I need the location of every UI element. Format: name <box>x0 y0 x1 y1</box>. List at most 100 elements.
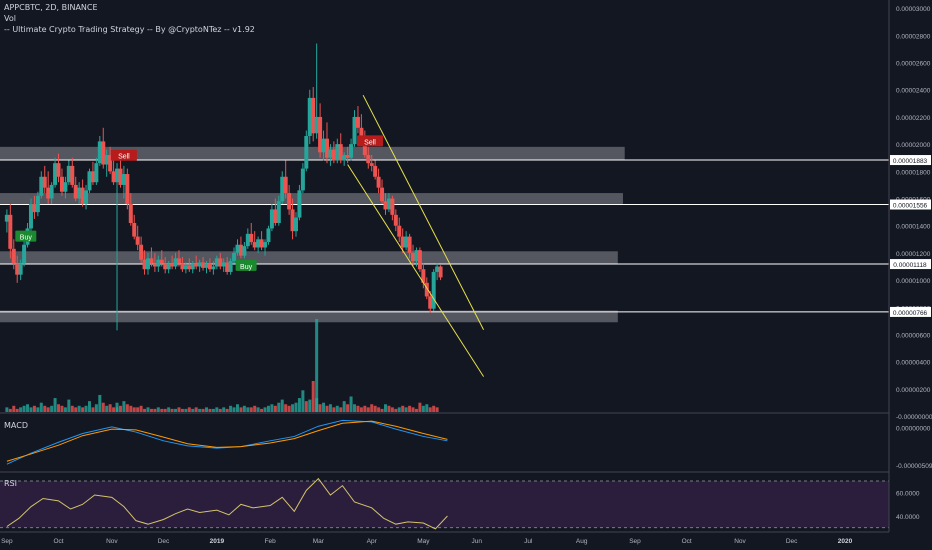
volume-bar <box>418 402 422 412</box>
sell-signal-label: Sell <box>118 154 130 161</box>
candle-body <box>84 190 89 204</box>
candle-body <box>90 171 95 183</box>
candle-body <box>294 217 298 232</box>
volume-bar <box>187 407 191 412</box>
volume-bar <box>229 405 233 412</box>
candle-body <box>276 201 281 223</box>
volume-bar <box>294 402 298 412</box>
volume-bar <box>208 408 212 412</box>
volume-bar <box>301 390 305 412</box>
price-level-label: 0.00001556 <box>893 203 928 210</box>
volume-bar <box>263 407 267 412</box>
candle-body <box>290 209 295 232</box>
volume-bar <box>311 381 315 412</box>
time-tick-label: Dec <box>786 538 798 545</box>
candle-body <box>369 163 374 166</box>
candle-body <box>63 182 68 192</box>
chart-background <box>0 0 932 550</box>
candle-body <box>176 258 181 264</box>
volume-bar <box>112 407 116 412</box>
volume-bar <box>156 407 160 412</box>
rsi-label: RSI <box>4 479 17 488</box>
candle-body <box>94 163 99 183</box>
candle-body <box>118 168 123 185</box>
candle-body <box>400 236 405 248</box>
time-tick-label: Apr <box>367 538 378 545</box>
volume-bar <box>297 398 301 412</box>
volume-bar <box>136 407 140 412</box>
time-tick-label: Feb <box>265 538 277 545</box>
volume-bar <box>411 407 415 412</box>
volume-bar <box>132 407 136 412</box>
volume-bar <box>404 407 408 412</box>
rsi-band <box>0 481 889 528</box>
volume-bar <box>401 405 405 412</box>
candle-body <box>318 116 323 153</box>
volume-bar <box>53 398 57 412</box>
time-tick-label: 2020 <box>838 538 853 545</box>
price-level-label: 0.00001883 <box>893 158 928 165</box>
candle-body <box>273 209 278 223</box>
sell-signal-label: Sell <box>364 139 376 146</box>
volume-bar <box>383 404 387 412</box>
sr-zone-0 <box>0 146 625 161</box>
candle-body <box>411 252 416 262</box>
volume-bar <box>260 408 264 412</box>
candle-body <box>352 116 357 145</box>
volume-bar <box>266 405 270 412</box>
candle-body <box>366 155 371 164</box>
volume-bar <box>32 405 36 412</box>
volume-bar <box>122 401 126 412</box>
volume-bar <box>125 404 129 412</box>
strategy-line: -- Ultimate Crypto Trading Strategy -- B… <box>4 25 255 34</box>
time-tick-label: Dec <box>158 538 170 545</box>
volume-bar <box>318 404 322 412</box>
candle-body <box>311 97 316 134</box>
volume-bar <box>205 407 209 412</box>
price-tick-label: 0.00000200 <box>896 387 931 394</box>
volume-bar <box>129 405 133 412</box>
candle-body <box>197 262 202 267</box>
price-level-label: 0.00001118 <box>893 262 927 269</box>
candle-body <box>235 244 240 253</box>
candle-body <box>297 190 302 218</box>
volume-bar <box>218 408 222 412</box>
candle-body <box>345 155 350 158</box>
time-tick-label: Sep <box>629 538 641 545</box>
volume-bar <box>91 407 95 412</box>
volume-bar <box>332 407 336 412</box>
candle-body <box>242 246 247 256</box>
candle-body <box>56 163 61 177</box>
candle-body <box>121 174 126 185</box>
candle-body <box>207 263 212 270</box>
volume-bar <box>43 405 47 412</box>
time-tick-label: Oct <box>53 538 63 545</box>
rsi-tick-label: 40.0000 <box>896 514 920 521</box>
candle-body <box>183 265 188 270</box>
volume-bar <box>46 407 50 412</box>
volume-bar <box>421 405 425 412</box>
candle-body <box>42 176 47 188</box>
candle-body <box>376 176 381 188</box>
symbol-line: APPCBTC, 2D, BINANCE <box>4 3 98 12</box>
candle-body <box>35 195 40 213</box>
candle-body <box>314 116 319 134</box>
candle-body <box>101 141 106 165</box>
candle-body <box>87 171 92 191</box>
volume-bar <box>39 402 43 412</box>
rsi-tick-label: 60.0000 <box>896 491 920 498</box>
candle-body <box>355 116 360 128</box>
volume-bar <box>346 404 350 412</box>
volume-bar <box>397 407 401 412</box>
volume-bar <box>201 408 205 412</box>
volume-bar <box>253 405 257 412</box>
candle-body <box>342 155 347 161</box>
candle-body <box>39 176 44 196</box>
volume-bar <box>339 407 343 412</box>
volume-bar <box>198 408 202 412</box>
candle-body <box>128 203 133 223</box>
volume-bar <box>366 407 370 412</box>
candle-body <box>66 165 71 183</box>
candle-body <box>304 135 309 169</box>
candle-body <box>349 144 354 158</box>
